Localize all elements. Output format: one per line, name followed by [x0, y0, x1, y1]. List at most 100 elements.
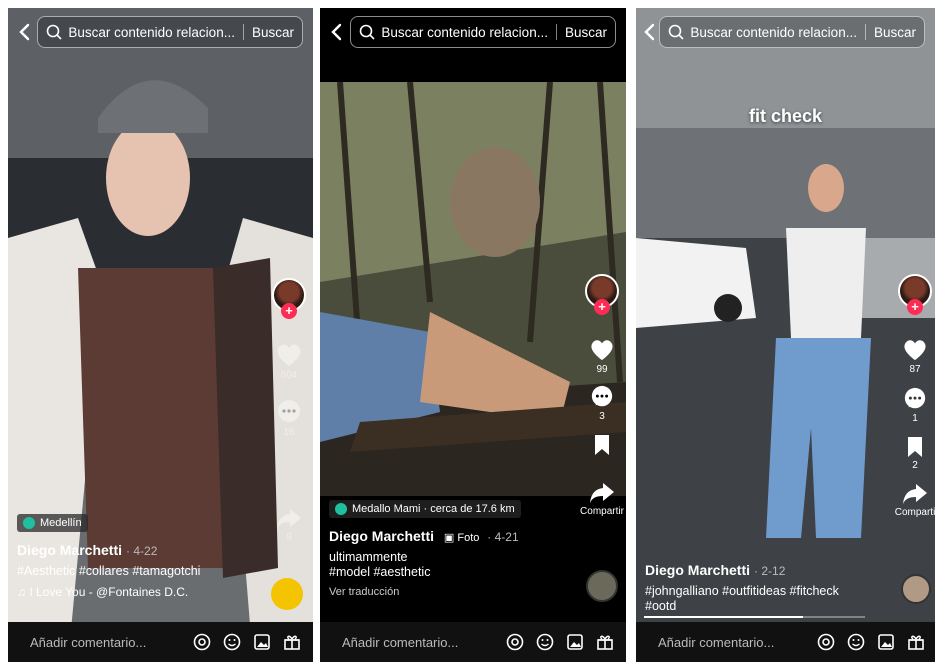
author-name[interactable]: Diego Marchetti: [329, 528, 434, 544]
location-label: Medallo Mami · cerca de 17.6 km: [352, 503, 515, 515]
search-input[interactable]: Buscar contenido relacion...: [381, 25, 548, 40]
comment-bar: Añadir comentario...: [8, 622, 313, 662]
like-action[interactable]: 87: [902, 338, 928, 375]
caption-hashtags[interactable]: #Aesthetic #collares #tamagotchi: [17, 564, 257, 579]
emoji-icon[interactable]: [841, 633, 871, 651]
image-icon[interactable]: [871, 633, 901, 651]
comment-count: 1: [912, 413, 918, 424]
back-button[interactable]: [10, 15, 37, 49]
caption-text: ultimammente: [329, 550, 408, 564]
creator-avatar[interactable]: +: [272, 278, 306, 319]
location-pin-icon: [335, 503, 347, 515]
search-divider: [242, 24, 244, 40]
heart-icon: [591, 340, 613, 361]
comment-bar: Añadir comentario...: [636, 622, 935, 662]
like-count: 99: [596, 364, 608, 375]
share-arrow-icon: [277, 509, 301, 529]
emoji-icon[interactable]: [530, 633, 560, 651]
action-rail: + 604 16 9: [269, 278, 309, 543]
comment-action[interactable]: 3: [590, 385, 614, 422]
action-rail: + 87 1 2 Comparti: [895, 274, 935, 518]
location-tag[interactable]: Medallo Mami · cerca de 17.6 km: [329, 500, 521, 518]
comment-count: 16: [283, 427, 295, 438]
comment-bar: Añadir comentario...: [320, 622, 626, 662]
search-button[interactable]: Buscar: [874, 25, 916, 40]
comment-input[interactable]: Añadir comentario...: [636, 635, 811, 650]
author-name[interactable]: Diego Marchetti: [17, 542, 122, 558]
heart-icon: [904, 340, 926, 361]
comment-bubble-icon: [904, 387, 926, 409]
at-icon[interactable]: [500, 633, 530, 651]
like-action[interactable]: 604: [275, 342, 303, 381]
search-divider: [864, 24, 866, 40]
location-label: Medellín: [40, 517, 82, 529]
comment-action[interactable]: 1: [903, 387, 927, 424]
heart-icon: [277, 344, 301, 366]
music-disc[interactable]: [586, 570, 618, 602]
search-icon: [360, 24, 375, 40]
caption-hashtags-2[interactable]: #ootd: [645, 599, 885, 614]
back-button[interactable]: [638, 15, 659, 49]
follow-plus-icon[interactable]: +: [281, 303, 297, 319]
creator-avatar[interactable]: +: [585, 274, 619, 315]
emoji-icon[interactable]: [217, 633, 247, 651]
comment-input[interactable]: Añadir comentario...: [320, 635, 500, 650]
back-button[interactable]: [322, 15, 350, 49]
save-action[interactable]: [593, 434, 611, 456]
share-arrow-icon: [903, 484, 927, 504]
comment-bubble-icon: [591, 385, 613, 407]
music-disc[interactable]: [901, 574, 931, 604]
comment-input[interactable]: Añadir comentario...: [8, 635, 187, 650]
author-name[interactable]: Diego Marchetti: [645, 562, 750, 578]
creator-avatar[interactable]: +: [898, 274, 932, 315]
photo-badge: ▣ Foto: [443, 532, 480, 544]
search-bar[interactable]: Buscar contenido relacion... Buscar: [659, 16, 925, 48]
like-count: 87: [909, 364, 921, 375]
follow-plus-icon[interactable]: +: [594, 299, 610, 315]
top-bar: Buscar contenido relacion... Buscar: [320, 8, 626, 56]
search-bar[interactable]: Buscar contenido relacion... Buscar: [37, 16, 303, 48]
video-overlay-text: fit check: [748, 106, 823, 126]
caption-hashtags[interactable]: #johngalliano #outfitideas #fitcheck: [645, 584, 885, 599]
share-action[interactable]: Comparti: [895, 483, 935, 518]
top-bar: Buscar contenido relacion... Buscar: [636, 8, 935, 56]
gift-icon[interactable]: [901, 633, 931, 651]
search-input[interactable]: Buscar contenido relacion...: [68, 25, 235, 40]
action-rail: + 99 3 Compartir: [580, 274, 624, 517]
location-tag[interactable]: Medellín: [17, 514, 88, 532]
search-button[interactable]: Buscar: [252, 25, 294, 40]
chevron-left-icon: [331, 23, 342, 41]
gift-icon[interactable]: [277, 633, 307, 651]
music-disc[interactable]: [271, 578, 303, 610]
video-panel-2[interactable]: Buscar contenido relacion... Buscar + 99…: [320, 8, 626, 662]
comment-count: 3: [599, 411, 605, 422]
search-input[interactable]: Buscar contenido relacion...: [690, 25, 857, 40]
share-action[interactable]: 9: [276, 508, 302, 543]
chevron-left-icon: [643, 23, 654, 41]
video-panel-3[interactable]: Buscar contenido relacion... Buscar fit …: [636, 8, 935, 662]
post-date: · 4-22: [126, 544, 158, 558]
search-button[interactable]: Buscar: [565, 25, 607, 40]
music-label[interactable]: ♫ I Love You - @Fontaines D.C.: [17, 585, 257, 600]
post-info: Medallo Mami · cerca de 17.6 km Diego Ma…: [329, 500, 570, 598]
like-count: 604: [280, 370, 298, 381]
share-arrow-icon: [590, 483, 614, 503]
image-icon[interactable]: [247, 633, 277, 651]
follow-plus-icon[interactable]: +: [907, 299, 923, 315]
search-bar[interactable]: Buscar contenido relacion... Buscar: [350, 16, 616, 48]
translate-link[interactable]: Ver traducción: [329, 586, 570, 598]
caption-hashtags[interactable]: #model #aesthetic: [329, 565, 570, 580]
image-icon[interactable]: [560, 633, 590, 651]
video-panel-1[interactable]: Buscar contenido relacion... Buscar + 60…: [8, 8, 313, 662]
like-action[interactable]: 99: [589, 338, 615, 375]
save-action[interactable]: 2: [906, 436, 924, 471]
share-action[interactable]: Compartir: [580, 482, 624, 517]
search-divider: [555, 24, 557, 40]
gift-icon[interactable]: [590, 633, 620, 651]
video-progress-bar[interactable]: [644, 616, 865, 618]
at-icon[interactable]: [187, 633, 217, 651]
author-line: Diego Marchetti ▣ Foto · 4-21: [329, 528, 570, 544]
at-icon[interactable]: [811, 633, 841, 651]
video-progress-fill: [644, 616, 804, 618]
comment-action[interactable]: 16: [276, 399, 302, 438]
